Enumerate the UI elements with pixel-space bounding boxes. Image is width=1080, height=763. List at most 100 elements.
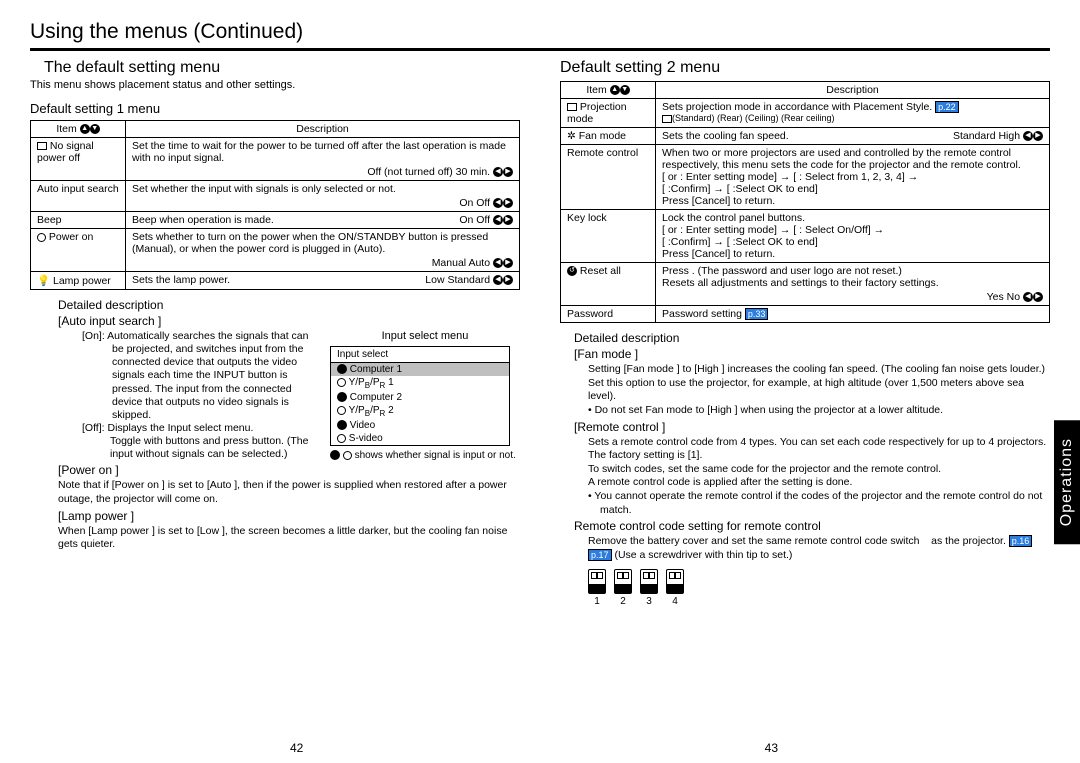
r2-desc: Set whether the input with signals is on… bbox=[132, 183, 396, 195]
remote-code-figures: 1 2 3 4 bbox=[588, 569, 1050, 607]
bullet-empty-icon bbox=[337, 378, 346, 387]
r4-step1: [ or : Enter setting mode] → [ : Select … bbox=[662, 224, 1043, 236]
remote-label: [Remote control ] bbox=[574, 420, 1050, 434]
default-setting-subtitle: The default setting menu bbox=[44, 59, 520, 77]
poweron-label: [Power on ] bbox=[58, 463, 520, 477]
left-icon: ◀ bbox=[493, 198, 503, 208]
right-icon: ▶ bbox=[503, 258, 513, 268]
r5-opt: Low Standard bbox=[425, 274, 490, 286]
r5-desc2: Resets all adjustments and settings to t… bbox=[662, 277, 1043, 289]
r4-step2: [ :Confirm] → [ :Select OK to end] bbox=[662, 236, 1043, 248]
projection-icon bbox=[567, 103, 577, 111]
r4-desc: Sets whether to turn on the power when t… bbox=[132, 231, 488, 255]
r2-opt: On Off bbox=[459, 197, 490, 209]
reset-icon: ↺ bbox=[567, 266, 577, 276]
down-icon: ▼ bbox=[620, 85, 630, 95]
down-icon: ▼ bbox=[90, 124, 100, 134]
r5-desc: Sets the lamp power. bbox=[132, 274, 230, 286]
auto-input-label: [Auto input search ] bbox=[58, 314, 520, 328]
input3: Computer 2 bbox=[350, 392, 402, 403]
intro-text: This menu shows placement status and oth… bbox=[30, 79, 520, 91]
lamp-label: [Lamp power ] bbox=[58, 509, 520, 523]
r3-opt: On Off bbox=[459, 214, 490, 226]
right-column: Default setting 2 menu Item ▲▼ Descripti… bbox=[560, 59, 1050, 607]
fan-warn: Do not set Fan mode to [High ] when usin… bbox=[595, 404, 943, 416]
col-desc: Description bbox=[126, 121, 520, 138]
pref-p16: p.16 bbox=[1009, 535, 1033, 547]
col-desc: Description bbox=[656, 82, 1050, 99]
up-icon: ▲ bbox=[610, 85, 620, 95]
remote-warn: You cannot operate the remote control if… bbox=[594, 490, 1042, 516]
rc-setting-label: Remote control code setting for remote c… bbox=[574, 519, 1050, 533]
poweron-text: Note that if [Power on ] is set to [Auto… bbox=[58, 479, 520, 506]
power-icon bbox=[37, 233, 46, 242]
r3-item: Beep bbox=[31, 212, 126, 229]
right-icon: ▶ bbox=[1033, 292, 1043, 302]
r1-opt: (Standard) (Rear) (Ceiling) (Rear ceilin… bbox=[672, 113, 835, 123]
r4-step3: Press [Cancel] to return. bbox=[662, 248, 1043, 260]
input-box-title: Input select bbox=[331, 347, 509, 363]
r3-desc: When two or more projectors are used and… bbox=[662, 147, 1043, 171]
remote-shape-1 bbox=[588, 569, 606, 594]
r1-desc: Set the time to wait for the power to be… bbox=[132, 140, 506, 164]
bullet-icon bbox=[337, 392, 347, 402]
settings-table-1: Item ▲▼ Description No signal power off … bbox=[30, 120, 520, 290]
bullet-empty-icon bbox=[337, 434, 346, 443]
rc-num-2: 2 bbox=[620, 596, 626, 607]
nosignal-icon bbox=[37, 142, 47, 150]
fan-label: [Fan mode ] bbox=[574, 347, 1050, 361]
detailed-desc-heading-r: Detailed description bbox=[574, 331, 1050, 345]
r6-item: Password bbox=[561, 306, 656, 323]
title-rule bbox=[30, 48, 1050, 51]
settings-table-2: Item ▲▼ Description Projection mode Sets… bbox=[560, 81, 1050, 323]
remote-text1: Sets a remote control code from 4 types.… bbox=[588, 436, 1050, 463]
menu1-title: Default setting 1 menu bbox=[30, 101, 520, 116]
r1-opt: Off (not turned off) 30 min. bbox=[367, 166, 490, 178]
menu2-title: Default setting 2 menu bbox=[560, 59, 1050, 77]
input4: Y/PB/PR 2 bbox=[349, 405, 394, 416]
col-item: Item bbox=[586, 84, 606, 96]
lamp-icon: 💡 bbox=[37, 275, 50, 287]
signal-note: shows whether signal is input or not. bbox=[355, 450, 516, 461]
remote-text3: A remote control code is applied after t… bbox=[588, 476, 1050, 490]
rc-setting-text: Remove the battery cover and set the sam… bbox=[588, 535, 1009, 547]
left-icon: ◀ bbox=[493, 258, 503, 268]
pref-p17: p.17 bbox=[588, 549, 612, 561]
rc-num-1: 1 bbox=[594, 596, 600, 607]
on-label: [On]: bbox=[82, 330, 105, 342]
input2: Y/PB/PR 1 bbox=[349, 377, 394, 388]
r3-desc: Beep when operation is made. bbox=[132, 214, 274, 226]
remote-text2: To switch codes, set the same code for t… bbox=[588, 463, 1050, 477]
r5-item: Lamp power bbox=[53, 275, 111, 287]
input-menu-title: Input select menu bbox=[330, 330, 520, 342]
toggle-text: Toggle with buttons and press button. (T… bbox=[110, 435, 308, 460]
up-icon: ▲ bbox=[80, 124, 90, 134]
rc-setting-text2: (Use a screwdriver with thin tip to set.… bbox=[614, 549, 792, 561]
right-icon: ▶ bbox=[503, 167, 513, 177]
r5-opt: Yes No bbox=[987, 291, 1020, 303]
r5-item: Reset all bbox=[580, 265, 621, 277]
r5-desc: Press . (The password and user logo are … bbox=[662, 265, 1043, 277]
r3-step1: [ or : Enter setting mode] → [ : Select … bbox=[662, 171, 1043, 183]
r4-item: Power on bbox=[49, 231, 93, 243]
left-icon: ◀ bbox=[493, 275, 503, 285]
bullet-empty-icon bbox=[343, 451, 352, 460]
input-select-box: Input select Computer 1 Y/PB/PR 1 Comput… bbox=[330, 346, 510, 446]
page-main-title: Using the menus (Continued) bbox=[30, 20, 1050, 44]
remote-shape-2 bbox=[614, 569, 632, 594]
r6-desc: Password setting bbox=[662, 308, 742, 320]
on-text: Automatically searches the signals that … bbox=[107, 330, 308, 421]
left-icon: ◀ bbox=[493, 167, 503, 177]
page-number-left: 42 bbox=[290, 741, 303, 755]
r4-opt: Manual Auto bbox=[432, 257, 490, 269]
fan-text: Setting [Fan mode ] to [High ] increases… bbox=[588, 363, 1050, 404]
r3-step3: Press [Cancel] to return. bbox=[662, 195, 1043, 207]
input6: S-video bbox=[349, 433, 383, 444]
left-column: The default setting menu This menu shows… bbox=[30, 59, 520, 607]
bullet-empty-icon bbox=[337, 406, 346, 415]
r1-desc: Sets projection mode in accordance with … bbox=[662, 101, 932, 113]
r4-item: Key lock bbox=[561, 210, 656, 263]
r4-desc: Lock the control panel buttons. bbox=[662, 212, 1043, 224]
r2-item: Fan mode bbox=[579, 130, 626, 142]
input1: Computer 1 bbox=[350, 364, 402, 375]
